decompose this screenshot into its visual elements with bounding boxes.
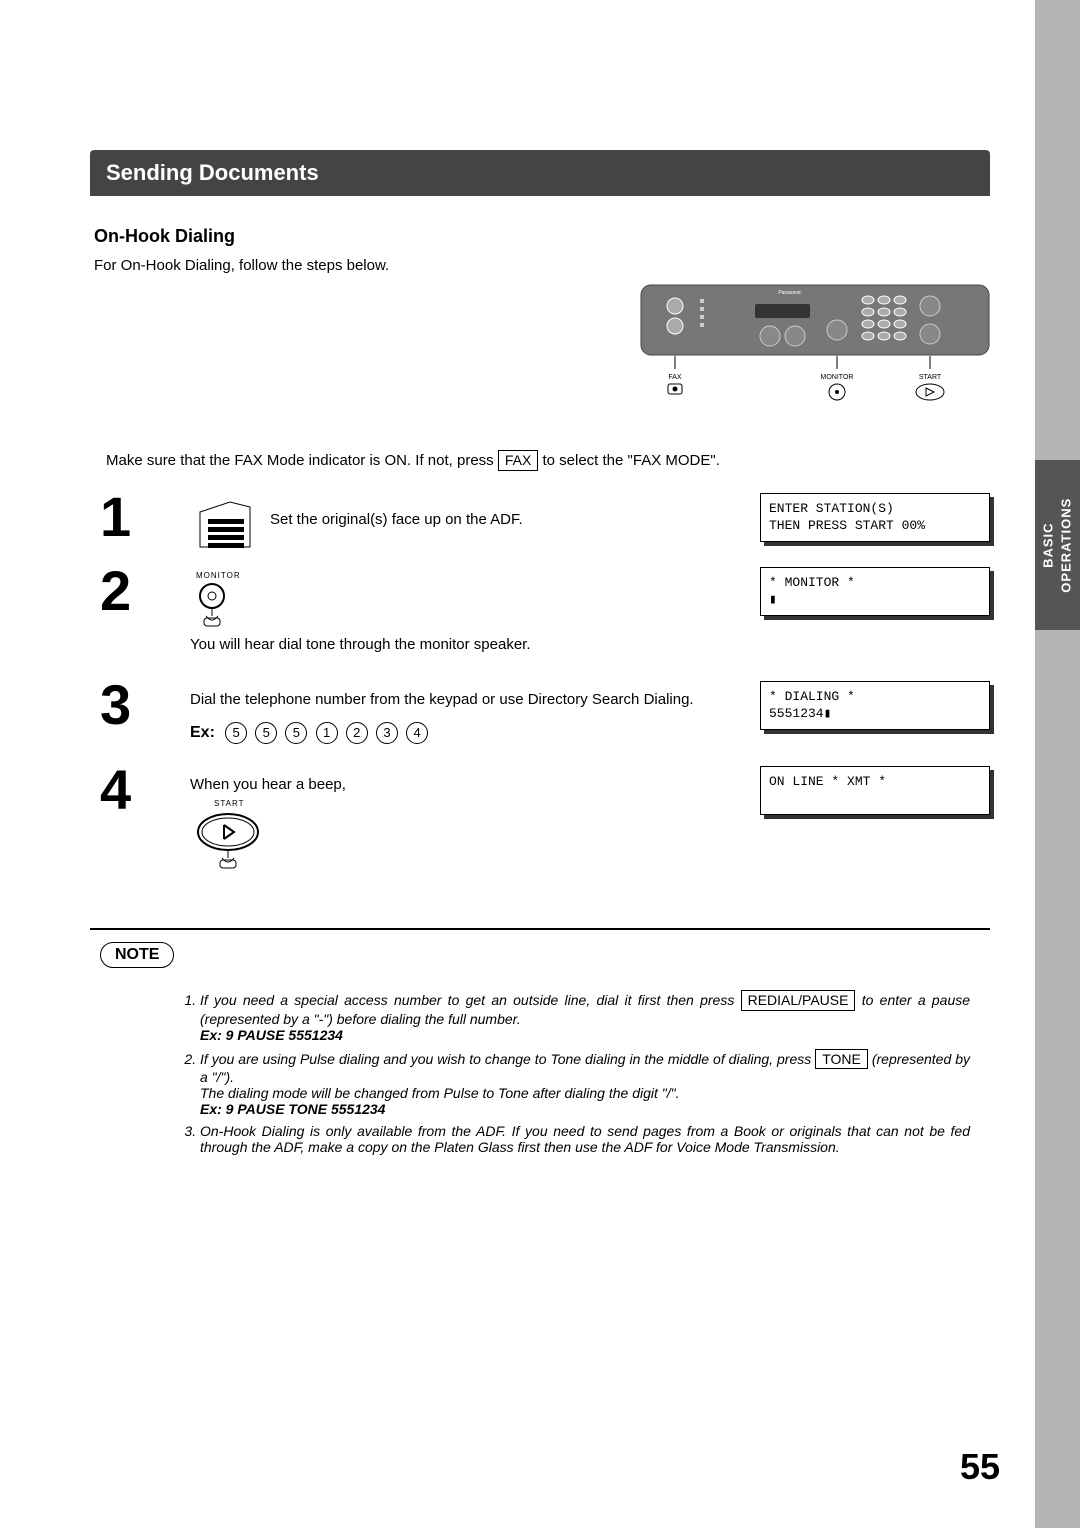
pre-step-pre: Make sure that the FAX Mode indicator is… [106,452,498,469]
pre-step-instruction: Make sure that the FAX Mode indicator is… [106,450,986,471]
start-button-icon [190,808,760,878]
dial-digit: 5 [285,722,307,744]
panel-brand-label: Panasonic [778,290,802,296]
monitor-button-icon [190,580,760,630]
page-number: 55 [960,1446,1000,1488]
step-2-icon-label: MONITOR [196,571,760,580]
step-2-lcd: * MONITOR * ▮ [760,567,990,616]
dial-digit: 4 [406,722,428,744]
step-2-number: 2 [100,563,190,619]
step-3-ex-label: Ex: [190,724,215,741]
section-tab-line2: OPERATIONS [1059,498,1074,593]
dial-digit: 5 [255,722,277,744]
dial-digit: 3 [376,722,398,744]
page-subtitle: On-Hook Dialing [94,226,986,247]
side-margin [1035,0,1080,1528]
step-4-number: 4 [100,762,190,818]
tone-key: TONE [815,1049,868,1070]
section-tab: BASIC OPERATIONS [1035,460,1080,630]
note-1: If you need a special access number to g… [200,990,970,1043]
panel-monitor-label: MONITOR [821,374,854,381]
note-label: NOTE [100,942,174,968]
step-4-icon-label: START [214,799,760,808]
note-2: If you are using Pulse dialing and you w… [200,1049,970,1118]
step-3: 3 Dial the telephone number from the key… [100,677,990,744]
note-2-ex: Ex: 9 PAUSE TONE 5551234 [200,1101,385,1117]
device-panel-illustration: FAX MONITOR START Panasonic [640,284,990,414]
step-2-text: You will hear dial tone through the moni… [190,636,760,653]
note-2-line2: The dialing mode will be changed from Pu… [200,1085,679,1101]
step-3-lcd: * DIALING * 5551234▮ [760,681,990,730]
step-1: 1 Set the original(s) face up on the ADF… [100,489,990,545]
note-2-pre: If you are using Pulse dialing and you w… [200,1051,815,1067]
step-1-lcd: ENTER STATION(S) THEN PRESS START 00% [760,493,990,542]
step-3-example: Ex: 5 5 5 1 2 3 4 [190,722,760,744]
panel-fax-label: FAX [668,374,682,381]
fax-key: FAX [498,450,538,471]
step-2: 2 MONITOR You will hear dial tone throug… [100,563,990,659]
panel-start-label: START [919,374,942,381]
dial-digit: 2 [346,722,368,744]
dial-digit: 1 [316,722,338,744]
step-3-text: Dial the telephone number from the keypa… [190,691,760,708]
step-3-number: 3 [100,677,190,733]
page-title: Sending Documents [90,150,990,196]
step-4-lcd: ON LINE * XMT * [760,766,990,815]
dial-digit: 5 [225,722,247,744]
redial-pause-key: REDIAL/PAUSE [741,990,856,1011]
page-intro: For On-Hook Dialing, follow the steps be… [94,257,986,274]
step-4: 4 When you hear a beep, START ON LINE * … [100,762,990,878]
note-section: NOTE If you need a special access number… [90,942,990,1156]
pre-step-post: to select the "FAX MODE". [542,452,719,469]
note-1-pre: If you need a special access number to g… [200,992,741,1008]
step-1-text: Set the original(s) face up on the ADF. [270,511,760,528]
step-4-text: When you hear a beep, [190,776,760,793]
note-3: On-Hook Dialing is only available from t… [200,1123,970,1155]
step-1-number: 1 [100,489,190,545]
note-1-ex: Ex: 9 PAUSE 5551234 [200,1027,343,1043]
section-tab-line1: BASIC [1040,522,1055,567]
note-rule [90,928,990,930]
